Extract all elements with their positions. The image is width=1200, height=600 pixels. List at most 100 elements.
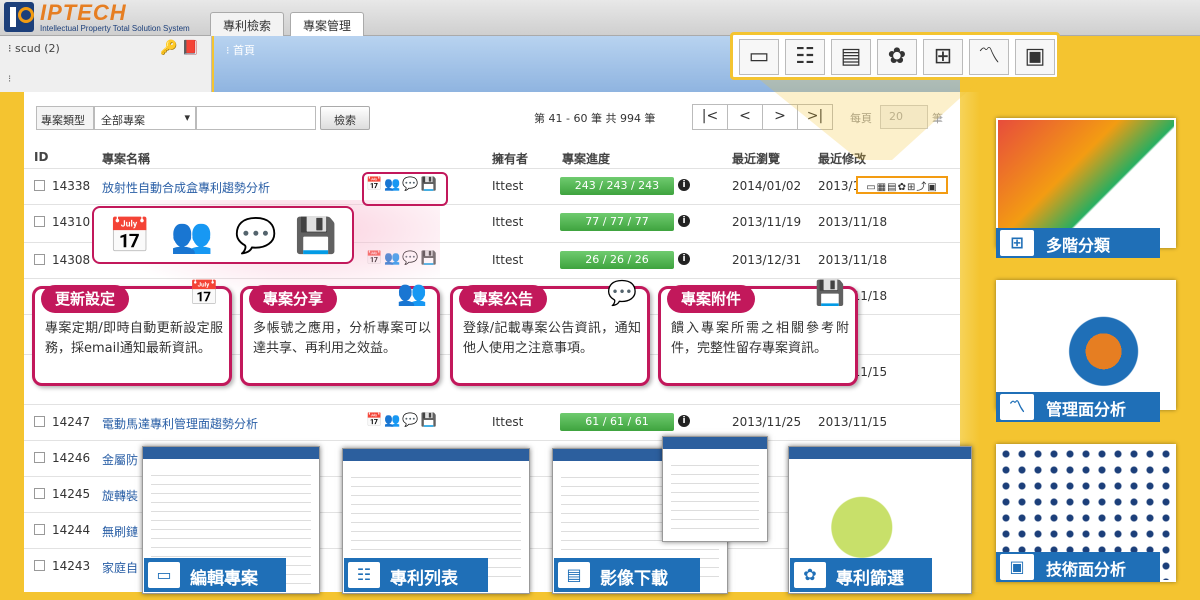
info-icon[interactable]: i	[678, 253, 690, 265]
info-icon[interactable]: i	[678, 415, 690, 427]
row-checkbox[interactable]	[34, 180, 45, 191]
row-id: 14245	[52, 487, 91, 501]
announcement-icon: 💬	[607, 279, 637, 307]
callout-body: 饋入專案所需之相關參考附件，完整性留存專案資訊。	[671, 321, 849, 356]
project-type-label: 專案類型	[36, 106, 94, 130]
logo-mark-icon	[4, 2, 34, 32]
row-last-viewed: 2013/11/25	[732, 415, 802, 429]
row-checkbox[interactable]	[34, 488, 45, 499]
image-download-icon[interactable]: ▤	[831, 39, 871, 75]
row-project-name[interactable]: 家庭自	[102, 559, 138, 576]
row-id: 14244	[52, 523, 91, 537]
row-checkbox[interactable]	[34, 216, 45, 227]
feature-label-text: 多階分類	[1046, 236, 1111, 255]
row-checkbox[interactable]	[34, 254, 45, 265]
row-last-viewed: 2014/01/02	[732, 179, 802, 193]
col-header-viewed[interactable]: 最近瀏覽	[732, 150, 780, 167]
image-preview-thumbnail	[662, 436, 768, 542]
logo: IPTECH Intellectual Property Total Solut…	[4, 0, 204, 34]
hierarchy-icon[interactable]: ⊞	[923, 39, 963, 75]
col-header-name[interactable]: 專案名稱	[102, 150, 150, 167]
row-project-name[interactable]: 無刷鏈	[102, 523, 138, 540]
row-last-modified: 2013/11/15	[818, 415, 888, 429]
feature-label-text: 影像下載	[600, 569, 668, 589]
row-owner: Ittest	[492, 215, 524, 229]
row-project-name[interactable]: 放射性自動合成盒專利趨勢分析	[102, 179, 270, 196]
page-info: 第 41 - 60 筆 共 994 筆	[534, 112, 656, 125]
row-checkbox[interactable]	[34, 452, 45, 463]
logo-name: IPTECH	[40, 0, 127, 25]
search-button[interactable]: 檢索	[320, 106, 370, 130]
tab-patent-search[interactable]: 專利檢索	[210, 12, 285, 36]
key-user-icon[interactable]: 🔑	[160, 40, 177, 56]
trend-chart-icon[interactable]: 〽	[969, 39, 1009, 75]
calendar-update-icon: 📅	[108, 216, 152, 256]
row-progress-bar: 243 / 243 / 243	[560, 177, 674, 195]
table-row[interactable]: 14338 放射性自動合成盒專利趨勢分析 Ittest 2014/01/02 2013/…	[24, 168, 960, 204]
row-last-viewed: 2013/12/31	[732, 253, 802, 267]
row-checkbox[interactable]	[34, 524, 45, 535]
tech-analysis-icon[interactable]: ▣	[1015, 39, 1055, 75]
left-panel-handle-icon[interactable]: ⁝	[8, 74, 11, 85]
callout-title: 專案公告	[459, 285, 548, 313]
table-row[interactable]: 14247 電動馬達專利管理面趨勢分析 Ittest 2013/11/25 2013/1…	[24, 404, 960, 440]
prev-page-button[interactable]: <	[727, 104, 763, 130]
image-download-icon: ▤	[558, 562, 590, 588]
callout-body: 多帳號之應用，分析專案可以達共享、再利用之效益。	[253, 321, 431, 356]
tab-project-management[interactable]: 專案管理	[290, 12, 365, 36]
next-page-button[interactable]: >	[762, 104, 798, 130]
callout-project-share: 專案分享 👥 多帳號之應用，分析專案可以達共享、再利用之效益。	[240, 279, 440, 386]
row-project-name[interactable]: 金屬防	[102, 451, 138, 468]
col-header-owner[interactable]: 擁有者	[492, 150, 528, 167]
row-last-viewed: 2013/11/19	[732, 215, 802, 229]
patent-list-icon[interactable]: ☷	[785, 39, 825, 75]
action-icons-zoom: 📅 👥 💬 💾	[92, 206, 354, 264]
search-input[interactable]	[196, 106, 316, 130]
tech-analysis-icon: ▣	[1000, 554, 1034, 580]
breadcrumb-home-label: 首頁	[233, 44, 255, 57]
col-header-progress[interactable]: 專案進度	[562, 150, 610, 167]
edit-project-icon[interactable]: ▭	[739, 39, 779, 75]
breadcrumb-home[interactable]: ⁝ 首頁	[226, 42, 255, 58]
top-bar: IPTECH Intellectual Property Total Solut…	[0, 0, 1200, 36]
row-checkbox[interactable]	[34, 416, 45, 427]
feature-label-edit-project: ▭ 編輯專案	[144, 558, 286, 592]
callout-project-announcement: 專案公告 💬 登錄/記載專案公告資訊，通知他人使用之注意事項。	[450, 279, 650, 386]
feature-label-text: 編輯專案	[190, 569, 258, 589]
row-id: 14310	[52, 215, 91, 229]
user-label: ⁝ scud (2)	[8, 42, 60, 55]
callout-project-attachment: 專案附件 💾 饋入專案所需之相關參考附件，完整性留存專案資訊。	[658, 279, 858, 386]
row-project-name[interactable]: 旋轉裝	[102, 487, 138, 504]
share-users-icon: 👥	[170, 216, 214, 256]
callout-title: 專案分享	[249, 285, 338, 313]
row-last-modified: 2013/1	[818, 179, 861, 193]
project-type-select[interactable]: 全部專案	[94, 106, 196, 130]
feature-label-text: 專利篩選	[836, 569, 904, 589]
tool-icon-strip: ▭ ☷ ▤ ✿ ⊞ 〽 ▣	[730, 32, 1060, 80]
patent-filter-icon[interactable]: ✿	[877, 39, 917, 75]
feature-label-hierarchy: ⊞ 多階分類	[996, 228, 1160, 258]
user-tools[interactable]: 🔑 📕	[160, 40, 199, 56]
row-id: 14247	[52, 415, 91, 429]
row-checkbox[interactable]	[34, 560, 45, 571]
hierarchy-icon: ⊞	[1000, 230, 1034, 256]
col-header-id[interactable]: ID	[34, 150, 48, 164]
callout-update-settings: 更新設定 📅 專案定期/即時自動更新設定服務，採email通知最新資訊。	[32, 279, 232, 386]
announcement-icon: 💬	[234, 216, 278, 256]
info-icon[interactable]: i	[678, 179, 690, 191]
row-project-name[interactable]: 電動馬達專利管理面趨勢分析	[102, 415, 258, 432]
row-progress-bar: 61 / 61 / 61	[560, 413, 674, 431]
callout-body: 登錄/記載專案公告資訊，通知他人使用之注意事項。	[463, 321, 641, 356]
first-page-button[interactable]: |<	[692, 104, 728, 130]
row-id: 14246	[52, 451, 91, 465]
attachment-save-icon: 💾	[294, 216, 338, 256]
info-icon[interactable]: i	[678, 215, 690, 227]
logo-tagline: Intellectual Property Total Solution Sys…	[40, 24, 190, 33]
management-thumbnail	[996, 280, 1176, 410]
callout-title: 更新設定	[41, 285, 130, 313]
feature-label-text: 技術面分析	[1046, 560, 1127, 579]
book-icon[interactable]: 📕	[182, 40, 199, 56]
row-id: 14308	[52, 253, 91, 267]
row-action-icons[interactable]: 📅👥💬💾	[366, 413, 439, 428]
feature-label-management: 〽 管理面分析	[996, 392, 1160, 422]
